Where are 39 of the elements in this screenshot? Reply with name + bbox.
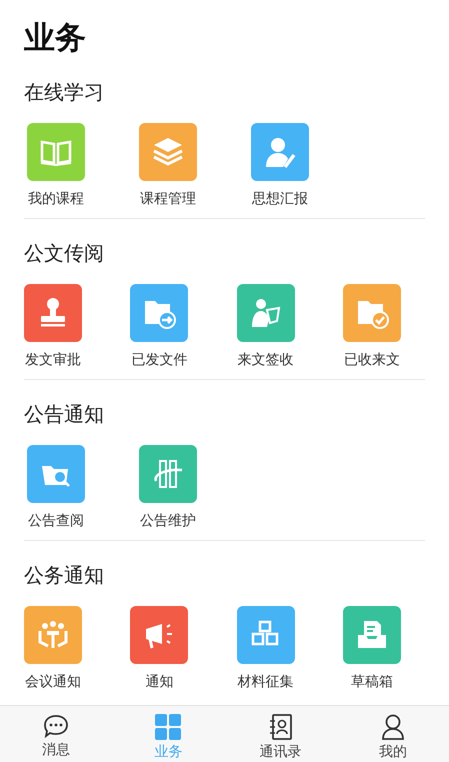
section-title: 公告通知	[24, 401, 105, 428]
contact-book-icon	[268, 714, 293, 740]
app-label: 来文签收	[238, 351, 294, 370]
app-tile[interactable]	[236, 606, 295, 664]
app-label: 公告查阅	[28, 512, 84, 531]
app-tile[interactable]	[342, 284, 401, 342]
app-label: 已收来文	[344, 351, 400, 370]
app-label: 我的课程	[28, 190, 84, 209]
app-label: 发文审批	[25, 351, 82, 370]
page-title: 业务	[23, 19, 87, 58]
app-label: 课程管理	[140, 190, 196, 209]
app-tile[interactable]	[24, 606, 82, 664]
person-pen-icon	[263, 135, 297, 169]
app-label: 会议通知	[25, 673, 82, 692]
app-tile[interactable]	[130, 606, 188, 664]
app-tile[interactable]	[139, 123, 197, 181]
app-label: 已发文件	[131, 351, 188, 370]
nav-tab[interactable]: 消息	[0, 706, 112, 762]
section-title: 公文传阅	[24, 240, 105, 267]
nav-tab[interactable]: 通讯录	[224, 706, 337, 762]
app-tile[interactable]	[236, 284, 295, 342]
nav-tab[interactable]: 我的	[336, 706, 449, 762]
person-icon	[380, 714, 405, 740]
app-tile[interactable]	[251, 123, 309, 181]
section-title: 公务通知	[24, 562, 105, 589]
chat-bubble-icon	[43, 714, 70, 738]
app-tile[interactable]	[27, 445, 85, 503]
grid-icon	[155, 714, 182, 740]
app-label: 通知	[145, 673, 174, 692]
app-tile[interactable]	[27, 123, 85, 181]
app-tile[interactable]	[139, 445, 197, 503]
app-label: 材料征集	[238, 673, 294, 692]
section-title: 在线学习	[24, 79, 105, 106]
app-tile[interactable]	[342, 606, 401, 664]
app-tile[interactable]	[24, 284, 82, 342]
app-label: 思想汇报	[252, 190, 308, 209]
app-label: 公告维护	[140, 512, 196, 531]
app-label: 草稿箱	[350, 673, 393, 692]
app-tile[interactable]	[130, 284, 188, 342]
